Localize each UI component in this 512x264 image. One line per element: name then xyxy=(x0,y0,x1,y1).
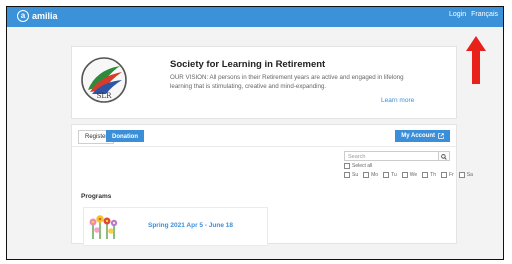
select-all-label: Select all xyxy=(352,163,373,169)
brand[interactable]: a amilia xyxy=(17,10,58,22)
search-button[interactable] xyxy=(439,151,450,161)
day-label: Sa xyxy=(466,172,473,178)
divider xyxy=(72,146,456,147)
top-navigation-bar: a amilia Login Français xyxy=(7,7,503,27)
organization-logo: SLR xyxy=(81,57,127,103)
day-checkbox-sa[interactable]: Sa xyxy=(458,172,473,178)
organization-description: OUR VISION: All persons in their Retirem… xyxy=(170,74,404,90)
day-checkbox-th[interactable]: Th xyxy=(422,172,436,178)
day-label: Tu xyxy=(391,172,397,178)
checkbox-box xyxy=(441,172,447,178)
checkbox-box xyxy=(363,172,370,178)
program-name: Spring 2021 Apr 5 - June 18 xyxy=(148,222,234,229)
up-arrow-icon xyxy=(466,36,486,84)
day-label: Mo xyxy=(371,172,379,178)
organization-name: Society for Learning in Retirement xyxy=(170,59,326,70)
flowers-image xyxy=(89,215,118,239)
search-input[interactable]: Search xyxy=(344,151,439,161)
select-all-checkbox[interactable]: Select all xyxy=(344,163,372,169)
amilia-logo-icon: a xyxy=(17,10,29,22)
logo-text: SLR xyxy=(97,92,112,100)
login-link[interactable]: Login xyxy=(449,11,466,18)
tab-donation[interactable]: Donation xyxy=(106,130,144,142)
day-checkbox-fr[interactable]: Fr xyxy=(441,172,454,178)
external-link-icon xyxy=(438,133,444,139)
checkbox-box xyxy=(344,163,350,169)
browser-frame: a amilia Login Français SLR Society for … xyxy=(6,6,504,260)
learn-more-link[interactable]: Learn more xyxy=(381,97,414,104)
checkbox-box xyxy=(344,172,350,178)
organization-header: SLR Society for Learning in Retirement O… xyxy=(71,46,457,119)
day-checkbox-tu[interactable]: Tu xyxy=(383,172,397,178)
day-checkbox-mo[interactable]: Mo xyxy=(363,172,378,178)
my-account-label: My Account xyxy=(401,133,435,139)
checkbox-box xyxy=(422,172,429,178)
language-link[interactable]: Français xyxy=(471,11,498,18)
brand-name: amilia xyxy=(32,11,58,21)
programs-heading: Programs xyxy=(81,193,112,200)
day-label: Su xyxy=(352,172,359,178)
checkbox-box xyxy=(458,172,465,178)
day-checkbox-we[interactable]: We xyxy=(401,172,418,178)
checkbox-box xyxy=(401,172,408,178)
program-card[interactable]: Spring 2021 Apr 5 - June 18 xyxy=(83,207,268,246)
day-label: We xyxy=(409,172,418,178)
day-label: Fr xyxy=(449,172,454,178)
day-label: Th xyxy=(430,172,436,178)
search-icon xyxy=(441,153,447,160)
day-checkbox-su[interactable]: Su xyxy=(344,172,358,178)
programs-panel: Register Donation My Account Search Sele… xyxy=(71,124,473,246)
my-account-button[interactable]: My Account xyxy=(395,130,450,142)
checkbox-box xyxy=(383,172,390,178)
day-filters: Su Mo Tu We Th Fr Sa xyxy=(344,172,473,178)
top-links: Login Français xyxy=(449,11,498,18)
